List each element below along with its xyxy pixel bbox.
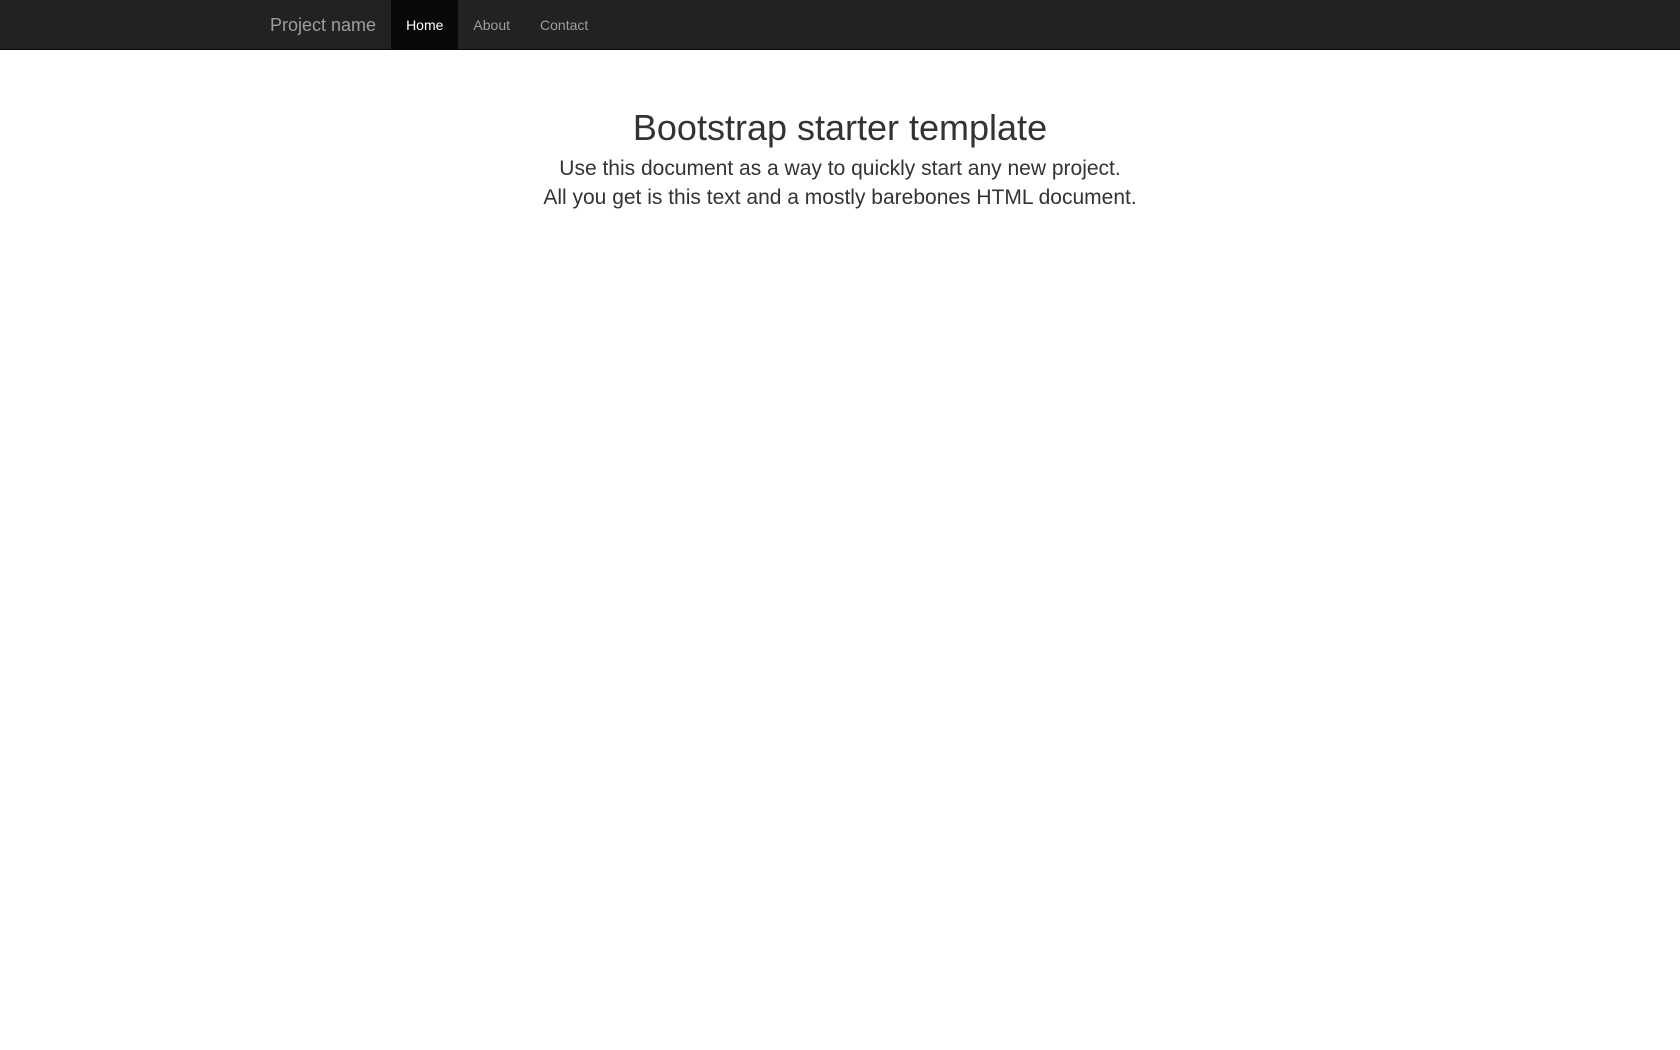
navbar: Project name Home About Contact [0,0,1680,50]
navbar-container: Project name Home About Contact [255,0,603,50]
starter-template: Bootstrap starter template Use this docu… [0,50,1680,212]
lead-line-2: All you get is this text and a mostly ba… [543,186,1137,209]
lead-text: Use this document as a way to quickly st… [0,154,1680,212]
nav-list: Home About Contact [391,0,603,50]
page-title: Bootstrap starter template [632,107,1048,148]
brand-link[interactable]: Project name [255,0,391,50]
nav-item-about[interactable]: About [458,0,525,50]
nav-item-contact[interactable]: Contact [525,0,603,50]
nav-item-home[interactable]: Home [391,0,459,50]
lead-line-1: Use this document as a way to quickly st… [559,157,1121,180]
